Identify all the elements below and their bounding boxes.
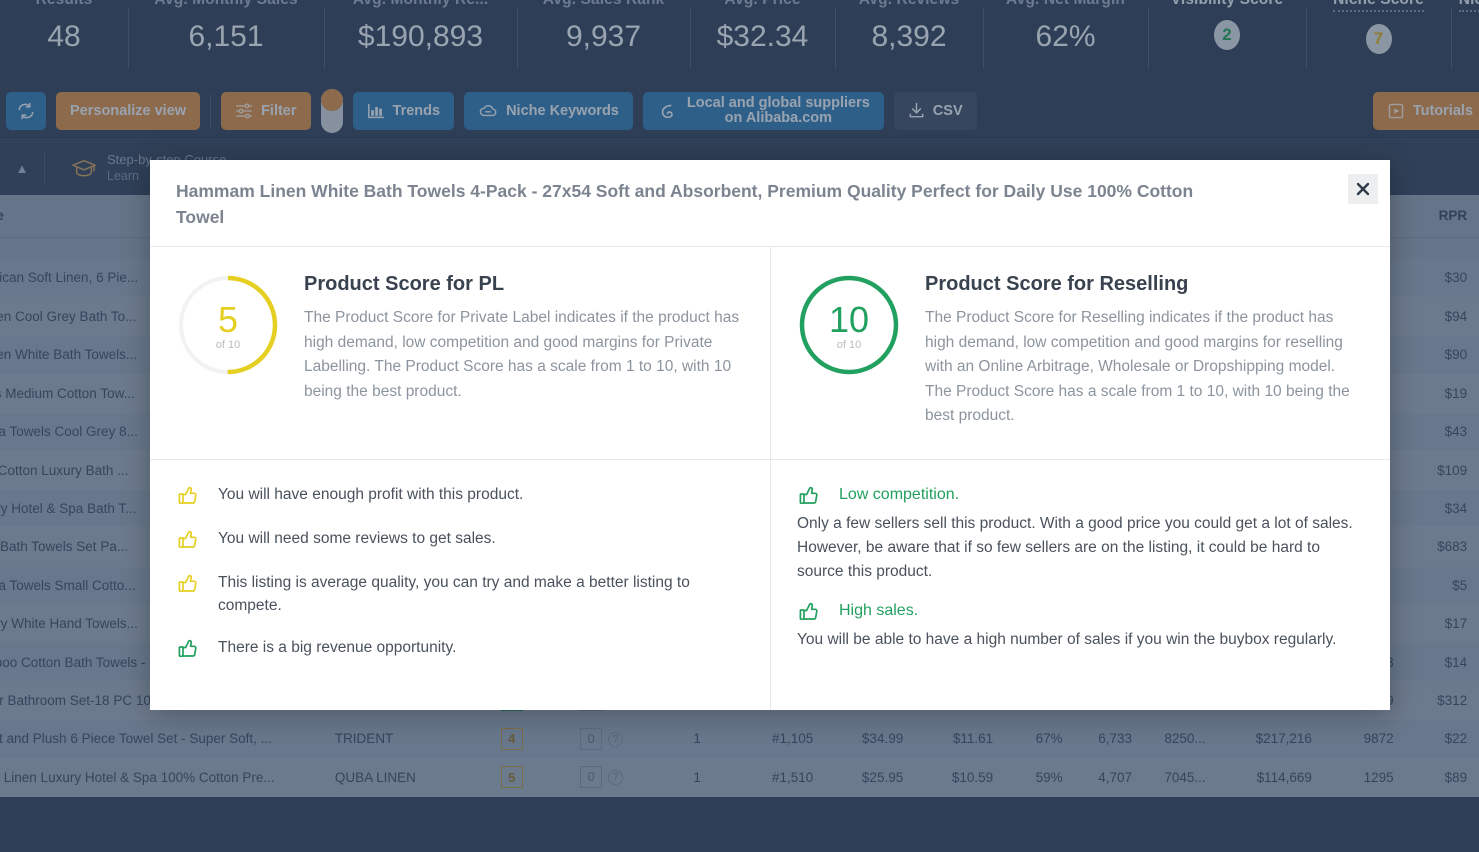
advice-text: You will have enough profit with this pr…	[218, 482, 523, 506]
reselling-advice-column: Low competition. Only a few sellers sell …	[770, 460, 1390, 711]
score-title: Product Score for PL	[304, 273, 744, 296]
score-title: Product Score for Reselling	[925, 273, 1364, 296]
advice-body: Only a few sellers sell this product. Wi…	[797, 512, 1364, 584]
thumbs-up-icon	[176, 570, 200, 596]
advice-item: You will have enough profit with this pr…	[176, 482, 744, 508]
pl-score-panel: 5 of 10 Product Score for PL The Product Sc…	[150, 247, 770, 459]
score-description: The Product Score for Reselling indicate…	[925, 306, 1364, 429]
modal-title: Hammam Linen White Bath Towels 4-Pack - …	[176, 178, 1216, 230]
score-of-label: of 10	[216, 339, 240, 351]
advice-body: You will be able to have a high number o…	[797, 628, 1364, 652]
advice-block: High sales. You will be able to have a hi…	[797, 598, 1364, 652]
score-value: 10	[829, 303, 869, 337]
score-value: 5	[218, 303, 238, 337]
advice-block: Low competition. Only a few sellers sell …	[797, 482, 1364, 584]
advice-heading: High sales.	[839, 602, 918, 620]
advice-item: This listing is average quality, you can…	[176, 570, 744, 617]
advice-text: This listing is average quality, you can…	[218, 570, 744, 617]
thumbs-up-icon	[797, 482, 821, 508]
score-of-label: of 10	[837, 339, 861, 351]
advice-heading-row: Low competition.	[797, 482, 1364, 508]
close-icon[interactable]	[1348, 174, 1378, 204]
advice-heading-row: High sales.	[797, 598, 1364, 624]
thumbs-up-icon	[797, 598, 821, 624]
thumbs-up-icon	[176, 635, 200, 661]
advice-text: You will need some reviews to get sales.	[218, 526, 496, 550]
thumbs-up-icon	[176, 526, 200, 552]
score-summary-row: 5 of 10 Product Score for PL The Product Sc…	[150, 247, 1390, 460]
thumbs-up-icon	[176, 482, 200, 508]
score-gauge: 5 of 10	[176, 273, 280, 377]
advice-heading: Low competition.	[839, 486, 959, 504]
product-score-modal: Hammam Linen White Bath Towels 4-Pack - …	[150, 160, 1390, 710]
reselling-score-panel: 10 of 10 Product Score for Reselling The Pr…	[770, 247, 1390, 459]
advice-row: You will have enough profit with this pr…	[150, 460, 1390, 711]
advice-text: There is a big revenue opportunity.	[218, 635, 456, 659]
advice-item: There is a big revenue opportunity.	[176, 635, 744, 661]
score-description: The Product Score for Private Label indi…	[304, 306, 744, 404]
app-root: Results48Avg. Monthly Sales6,151Avg. Mon…	[0, 0, 1479, 852]
advice-item: You will need some reviews to get sales.	[176, 526, 744, 552]
score-gauge: 10 of 10	[797, 273, 901, 377]
modal-header: Hammam Linen White Bath Towels 4-Pack - …	[150, 160, 1390, 247]
pl-advice-column: You will have enough profit with this pr…	[150, 460, 770, 711]
